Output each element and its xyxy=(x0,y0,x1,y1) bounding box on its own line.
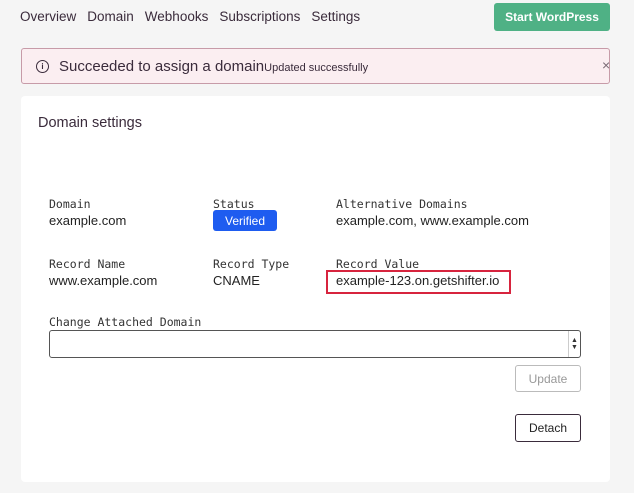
alternative-domains-label: Alternative Domains xyxy=(336,197,468,211)
record-type-label: Record Type xyxy=(213,257,290,271)
record-name-value: www.example.com xyxy=(49,273,158,288)
close-icon[interactable]: × xyxy=(602,57,610,73)
change-domain-label: Change Attached Domain xyxy=(49,315,202,329)
alert-subtitle: Updated successfully xyxy=(264,62,369,74)
detach-button[interactable]: Detach xyxy=(515,414,581,442)
alternative-domains-value: example.com, www.example.com xyxy=(336,213,529,228)
tab-settings[interactable]: Settings xyxy=(311,9,360,24)
update-button[interactable]: Update xyxy=(515,365,581,392)
record-type-value: CNAME xyxy=(213,273,260,288)
record-name-label: Record Name xyxy=(49,257,126,271)
domain-label: Domain xyxy=(49,197,91,211)
info-icon: i xyxy=(36,60,49,73)
card-title: Domain settings xyxy=(38,115,142,131)
domain-settings-card: Domain settings Domain example.com Statu… xyxy=(21,96,610,482)
success-alert: i Succeeded to assign a domainUpdated su… xyxy=(21,48,610,84)
chevron-down-icon[interactable]: ▲ ▼ xyxy=(568,331,580,357)
start-wordpress-button[interactable]: Start WordPress xyxy=(494,3,610,31)
tab-subscriptions[interactable]: Subscriptions xyxy=(219,9,300,24)
tab-domain[interactable]: Domain xyxy=(87,9,134,24)
status-badge: Verified xyxy=(213,210,277,231)
alert-title: Succeeded to assign a domain xyxy=(59,58,265,75)
nav-tabs: Overview Domain Webhooks Subscriptions S… xyxy=(20,9,360,24)
change-domain-select[interactable]: ▲ ▼ xyxy=(49,330,581,358)
status-label: Status xyxy=(213,197,255,211)
alert-message: Succeeded to assign a domainUpdated succ… xyxy=(59,58,368,75)
tab-overview[interactable]: Overview xyxy=(20,9,76,24)
record-value-value: example-123.on.getshifter.io xyxy=(336,273,500,288)
domain-value: example.com xyxy=(49,213,127,228)
top-navigation: Overview Domain Webhooks Subscriptions S… xyxy=(0,0,634,36)
tab-webhooks[interactable]: Webhooks xyxy=(145,9,209,24)
record-value-label: Record Value xyxy=(336,257,420,271)
